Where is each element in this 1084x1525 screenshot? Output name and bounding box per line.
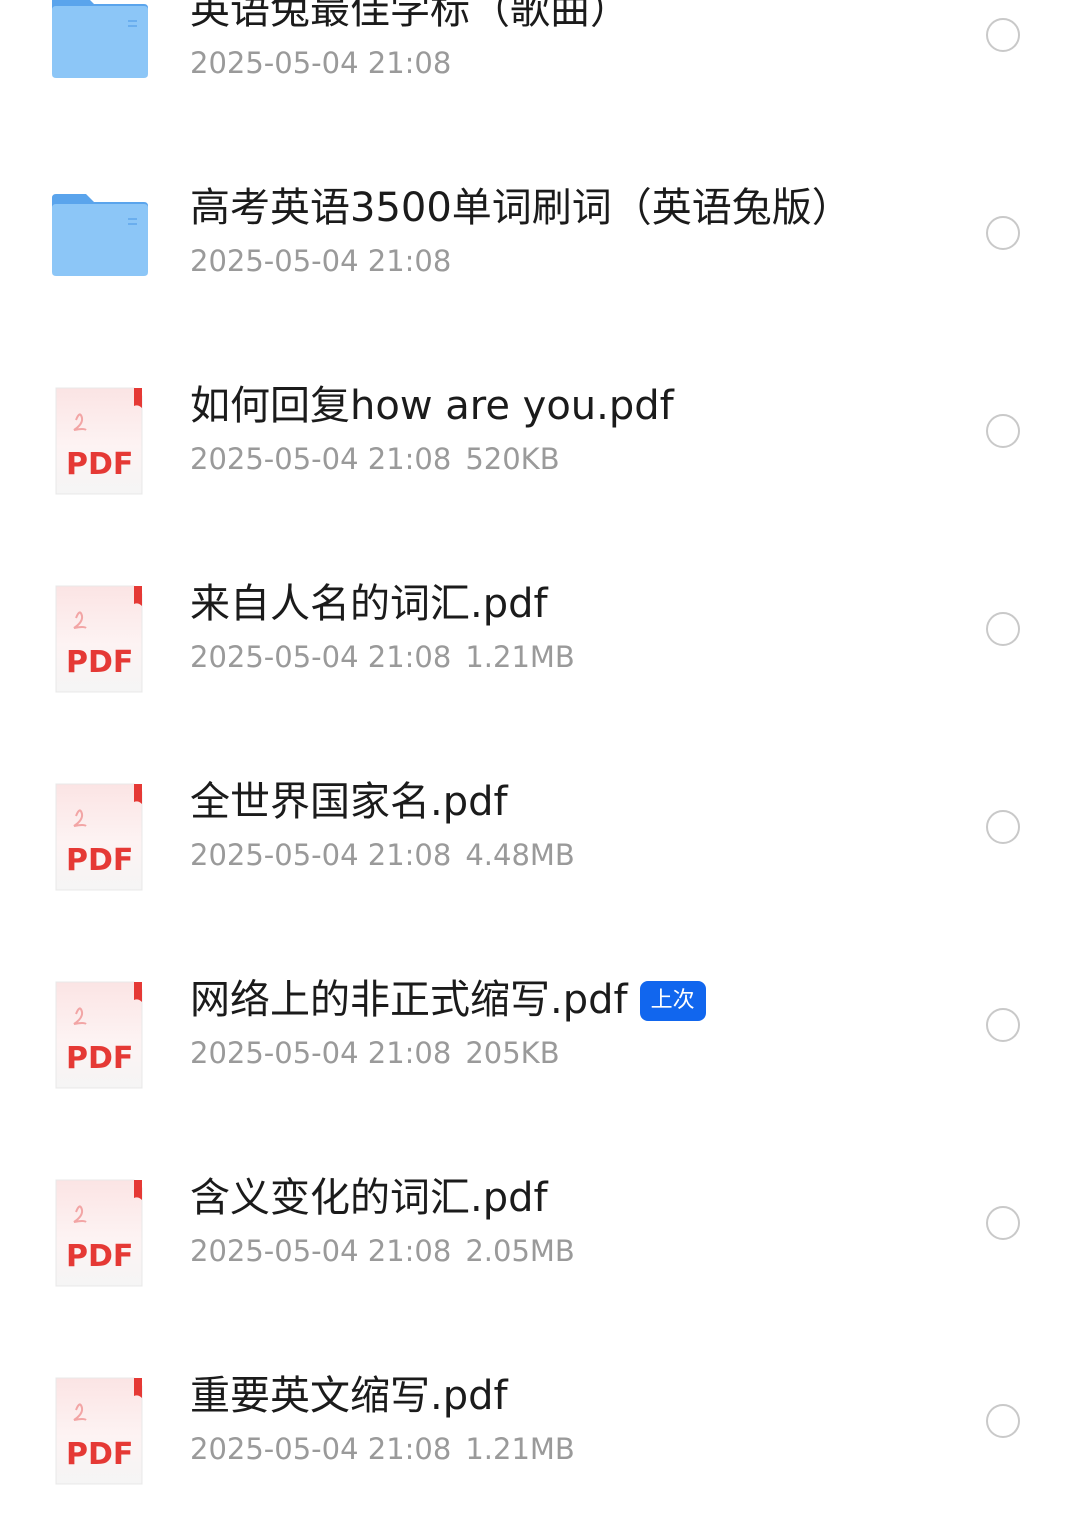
- pdf-icon-label: PDF: [66, 843, 133, 878]
- pdf-file-icon: PDF: [54, 1376, 144, 1486]
- file-meta: 2025-05-04 21:08 2.05MB: [190, 1232, 575, 1270]
- file-meta: 2025-05-04 21:08: [190, 242, 451, 280]
- select-radio[interactable]: [986, 810, 1020, 844]
- file-list: 英语兔最佳学标（歌曲） 2025-05-04 21:08 高考英语3500单词刷…: [0, 0, 1084, 1520]
- file-meta: 2025-05-04 21:08 1.21MB: [190, 638, 575, 676]
- file-list-item[interactable]: 高考英语3500单词刷词（英语兔版） 2025-05-04 21:08: [0, 134, 1084, 332]
- file-list-item[interactable]: 英语兔最佳学标（歌曲） 2025-05-04 21:08: [0, 0, 1084, 134]
- file-date: 2025-05-04 21:08: [190, 46, 452, 80]
- file-name: 网络上的非正式缩写.pdf: [190, 977, 628, 1023]
- file-list-item[interactable]: PDF 来自人名的词汇.pdf 2025-05-04 21:08 1.21MB: [0, 530, 1084, 728]
- folder-icon: [50, 0, 150, 86]
- file-date: 2025-05-04 21:08: [190, 640, 452, 674]
- file-date: 2025-05-04 21:08: [190, 244, 452, 278]
- file-list-item[interactable]: PDF 重要英文缩写.pdf 2025-05-04 21:08 1.21MB: [0, 1322, 1084, 1520]
- file-date: 2025-05-04 21:08: [190, 1036, 452, 1070]
- select-radio[interactable]: [986, 18, 1020, 52]
- select-radio[interactable]: [986, 216, 1020, 250]
- file-date: 2025-05-04 21:08: [190, 1234, 452, 1268]
- file-list-item[interactable]: PDF 如何回复how are you.pdf 2025-05-04 21:08…: [0, 332, 1084, 530]
- file-meta: 2025-05-04 21:08 205KB: [190, 1034, 560, 1072]
- pdf-icon-label: PDF: [66, 1041, 133, 1076]
- file-name: 来自人名的词汇.pdf: [190, 581, 548, 627]
- file-list-item[interactable]: PDF 全世界国家名.pdf 2025-05-04 21:08 4.48MB: [0, 728, 1084, 926]
- file-date: 2025-05-04 21:08: [190, 1432, 452, 1466]
- pdf-file-icon: PDF: [54, 386, 144, 496]
- last-opened-badge: 上次: [639, 981, 706, 1021]
- file-meta: 2025-05-04 21:08 4.48MB: [190, 836, 575, 874]
- file-date: 2025-05-04 21:08: [190, 838, 452, 872]
- file-name: 高考英语3500单词刷词（英语兔版）: [190, 185, 852, 231]
- select-radio[interactable]: [986, 1404, 1020, 1438]
- file-size: 520KB: [465, 442, 560, 476]
- file-list-item[interactable]: PDF 含义变化的词汇.pdf 2025-05-04 21:08 2.05MB: [0, 1124, 1084, 1322]
- file-size: 2.05MB: [465, 1234, 575, 1268]
- pdf-icon-label: PDF: [66, 1437, 133, 1472]
- file-size: 4.48MB: [465, 838, 575, 872]
- file-name: 英语兔最佳学标（歌曲）: [190, 0, 630, 33]
- pdf-file-icon: PDF: [54, 1178, 144, 1288]
- pdf-file-icon: PDF: [54, 782, 144, 892]
- file-size: 205KB: [465, 1036, 560, 1070]
- file-name: 含义变化的词汇.pdf: [190, 1175, 548, 1221]
- file-size: 1.21MB: [465, 640, 575, 674]
- file-meta: 2025-05-04 21:08 520KB: [190, 440, 560, 478]
- pdf-file-icon: PDF: [54, 980, 144, 1090]
- file-name: 如何回复how are you.pdf: [190, 383, 674, 429]
- select-radio[interactable]: [986, 612, 1020, 646]
- file-size: 1.21MB: [465, 1432, 575, 1466]
- file-name: 重要英文缩写.pdf: [190, 1373, 508, 1419]
- folder-icon: [50, 184, 150, 284]
- select-radio[interactable]: [986, 1008, 1020, 1042]
- pdf-icon-label: PDF: [66, 447, 133, 482]
- select-radio[interactable]: [986, 1206, 1020, 1240]
- pdf-icon-label: PDF: [66, 1239, 133, 1274]
- pdf-file-icon: PDF: [54, 584, 144, 694]
- select-radio[interactable]: [986, 414, 1020, 448]
- file-date: 2025-05-04 21:08: [190, 442, 452, 476]
- file-name: 全世界国家名.pdf: [190, 779, 508, 825]
- file-meta: 2025-05-04 21:08: [190, 44, 451, 82]
- pdf-icon-label: PDF: [66, 645, 133, 680]
- file-name-with-badge: 网络上的非正式缩写.pdf 上次: [190, 974, 706, 1026]
- file-meta: 2025-05-04 21:08 1.21MB: [190, 1430, 575, 1468]
- file-list-item[interactable]: PDF 网络上的非正式缩写.pdf 上次 2025-05-04 21:08 205K…: [0, 926, 1084, 1124]
